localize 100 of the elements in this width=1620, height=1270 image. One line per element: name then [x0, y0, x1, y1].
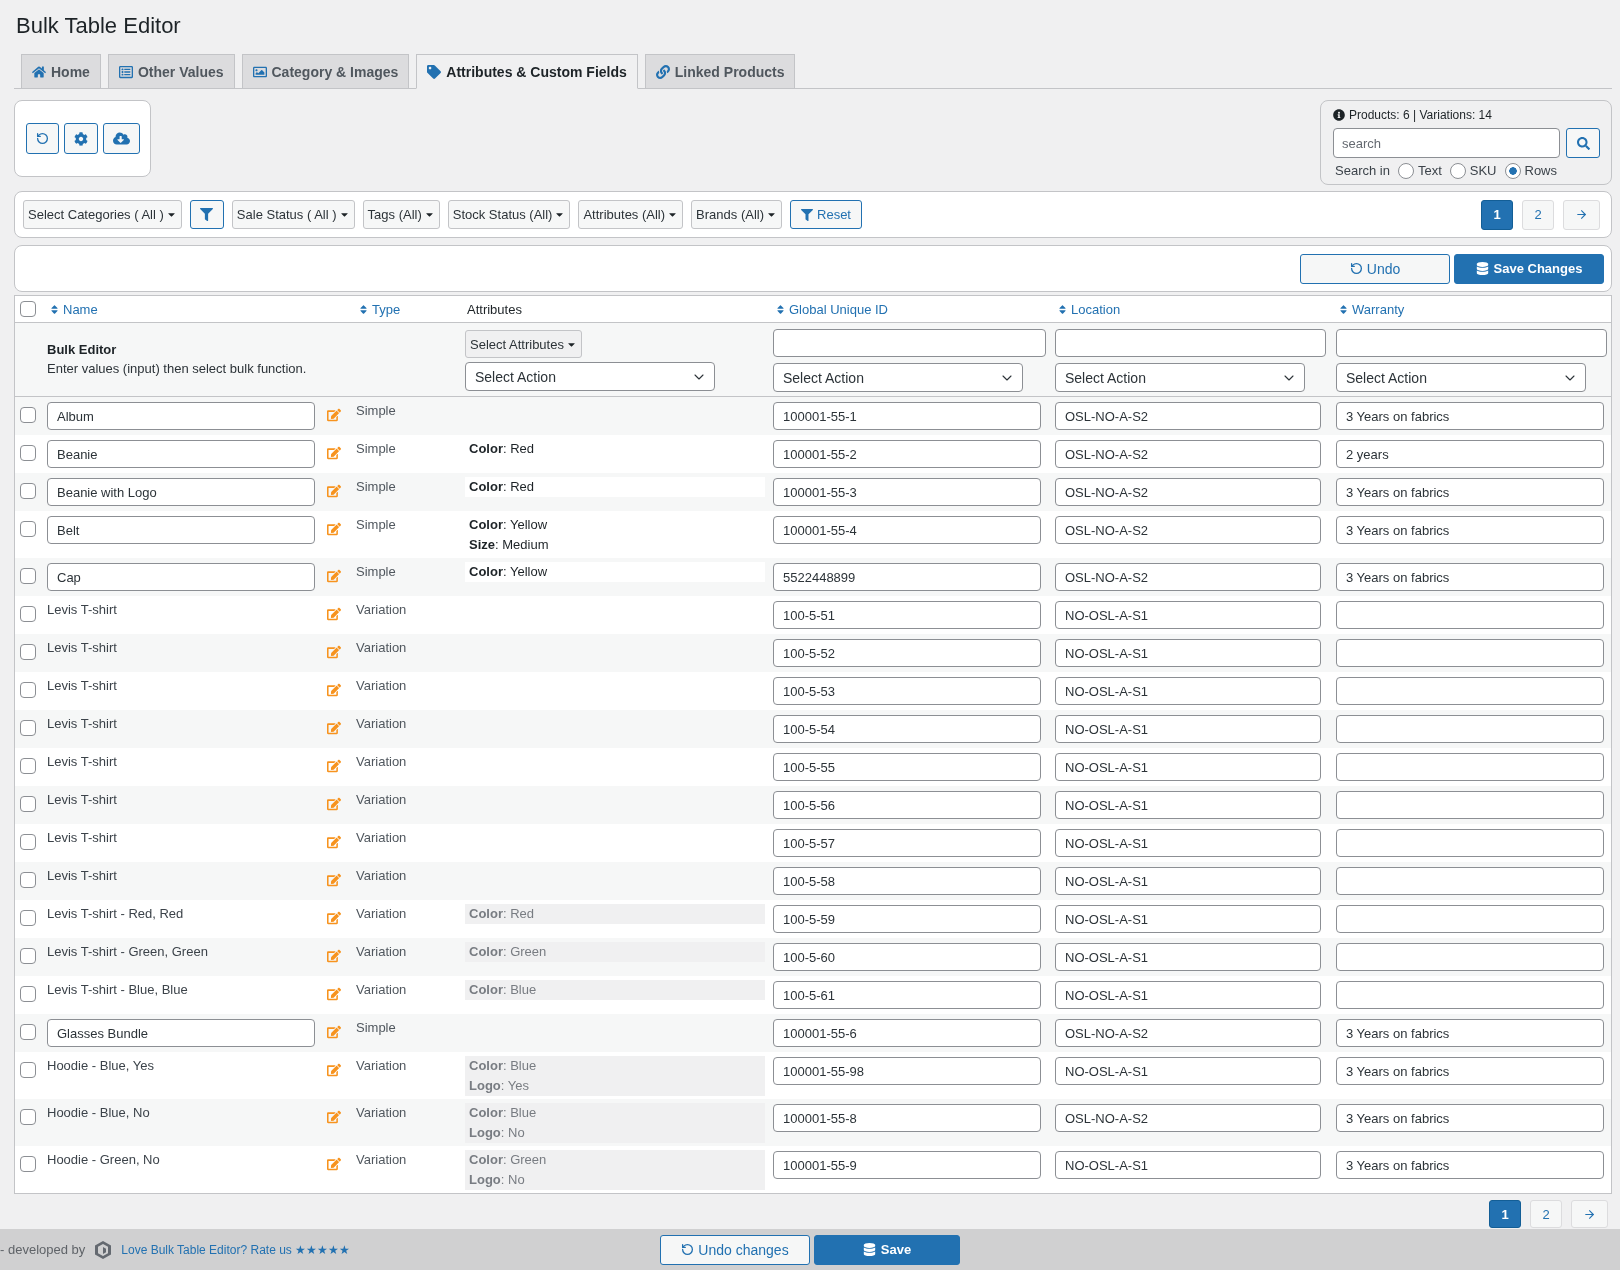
filter-dropdown[interactable]: Brands (All) [691, 200, 782, 229]
location-field[interactable]: NO-OSL-A-S1 [1055, 943, 1321, 971]
checkbox[interactable] [20, 644, 36, 660]
edit-icon[interactable] [327, 797, 341, 811]
checkbox[interactable] [20, 1109, 36, 1125]
checkbox[interactable] [20, 483, 36, 499]
edit-icon[interactable] [327, 911, 341, 925]
location-field[interactable]: NO-OSL-A-S1 [1055, 677, 1321, 705]
global-id-field[interactable]: 100001-55-8 [773, 1104, 1041, 1132]
warranty-field[interactable]: 2 years [1336, 440, 1604, 468]
global-id-field[interactable]: 100-5-61 [773, 981, 1041, 1009]
warranty-field[interactable] [1336, 677, 1604, 705]
warranty-field[interactable]: 3 Years on fabrics [1336, 478, 1604, 506]
radio-button[interactable] [1397, 163, 1414, 179]
edit-icon[interactable] [327, 873, 341, 887]
checkbox[interactable] [20, 445, 36, 461]
tab[interactable]: Category & Images [241, 54, 410, 89]
checkbox[interactable] [20, 521, 36, 537]
global-id-field[interactable]: 100001-55-6 [773, 1019, 1041, 1047]
bulk-value-field[interactable] [1055, 329, 1326, 357]
name-field[interactable]: Cap [47, 563, 315, 591]
global-id-field[interactable]: 100-5-55 [773, 753, 1041, 781]
checkbox[interactable] [20, 568, 36, 584]
edit-icon[interactable] [327, 1157, 341, 1171]
tab[interactable]: Linked Products [644, 54, 796, 89]
global-id-field[interactable]: 100001-55-98 [773, 1057, 1041, 1085]
global-id-field[interactable]: 100-5-60 [773, 943, 1041, 971]
radio-button[interactable] [1449, 163, 1466, 179]
warranty-field[interactable] [1336, 639, 1604, 667]
sort-column-header[interactable]: Global Unique ID [773, 301, 888, 317]
location-field[interactable]: NO-OSL-A-S1 [1055, 981, 1321, 1009]
edit-icon[interactable] [327, 987, 341, 1001]
warranty-field[interactable]: 3 Years on fabrics [1336, 1151, 1604, 1179]
checkbox[interactable] [20, 606, 36, 622]
location-field[interactable]: NO-OSL-A-S1 [1055, 601, 1321, 629]
next-page-button[interactable] [1571, 1200, 1608, 1228]
settings-button[interactable] [64, 123, 98, 154]
location-field[interactable]: NO-OSL-A-S1 [1055, 753, 1321, 781]
warranty-field[interactable]: 3 Years on fabrics [1336, 1057, 1604, 1085]
global-id-field[interactable]: 100001-55-2 [773, 440, 1041, 468]
edit-icon[interactable] [327, 484, 341, 498]
global-id-field[interactable]: 100-5-57 [773, 829, 1041, 857]
search-field[interactable]: search [1333, 128, 1560, 158]
name-field[interactable]: Beanie with Logo [47, 478, 315, 506]
select-action-dropdown[interactable]: Select Action [465, 362, 715, 391]
global-id-field[interactable]: 100-5-59 [773, 905, 1041, 933]
checkbox[interactable] [20, 834, 36, 850]
checkbox[interactable] [20, 407, 36, 423]
download-button[interactable] [103, 123, 140, 154]
checkbox[interactable] [20, 872, 36, 888]
edit-icon[interactable] [327, 645, 341, 659]
checkbox[interactable] [20, 1062, 36, 1078]
undo-changes-button[interactable]: Undo changes [660, 1234, 810, 1265]
edit-icon[interactable] [327, 446, 341, 460]
warranty-field[interactable] [1336, 867, 1604, 895]
bulk-value-field[interactable] [773, 329, 1046, 357]
sort-column-header[interactable]: Name [47, 301, 98, 317]
radio-label[interactable]: SKU [1469, 162, 1497, 180]
select-action-dropdown[interactable]: Select Action [1336, 363, 1586, 392]
checkbox[interactable] [20, 720, 36, 736]
warranty-field[interactable]: 3 Years on fabrics [1336, 563, 1604, 591]
checkbox[interactable] [20, 1024, 36, 1040]
global-id-field[interactable]: 100-5-56 [773, 791, 1041, 819]
select-attributes-dropdown[interactable]: Select Attributes [465, 330, 582, 358]
edit-icon[interactable] [327, 683, 341, 697]
warranty-field[interactable]: 3 Years on fabrics [1336, 402, 1604, 430]
warranty-field[interactable] [1336, 715, 1604, 743]
filter-dropdown[interactable]: Attributes (All) [578, 200, 684, 229]
save-changes-button[interactable]: Save Changes [1454, 253, 1604, 284]
location-field[interactable]: NO-OSL-A-S1 [1055, 867, 1321, 895]
global-id-field[interactable]: 100-5-54 [773, 715, 1041, 743]
global-id-field[interactable]: 100001-55-4 [773, 516, 1041, 544]
location-field[interactable]: OSL-NO-A-S2 [1055, 516, 1321, 544]
location-field[interactable]: NO-OSL-A-S1 [1055, 905, 1321, 933]
location-field[interactable]: NO-OSL-A-S1 [1055, 1151, 1321, 1179]
filter-dropdown[interactable]: Tags (All) [362, 200, 440, 229]
radio-label[interactable]: Text [1417, 162, 1442, 180]
edit-icon[interactable] [327, 1110, 341, 1124]
global-id-field[interactable]: 100001-55-1 [773, 402, 1041, 430]
filter-dropdown[interactable]: Select Categories ( All ) [23, 200, 182, 229]
edit-icon[interactable] [327, 1025, 341, 1039]
name-field[interactable]: Glasses Bundle [47, 1019, 315, 1047]
page-button[interactable]: 1 [1481, 199, 1513, 230]
edit-icon[interactable] [327, 759, 341, 773]
edit-icon[interactable] [327, 835, 341, 849]
tab[interactable]: Other Values [107, 54, 235, 89]
global-id-field[interactable]: 100-5-53 [773, 677, 1041, 705]
location-field[interactable]: OSL-NO-A-S2 [1055, 402, 1321, 430]
name-field[interactable]: Album [47, 402, 315, 430]
global-id-field[interactable]: 100-5-58 [773, 867, 1041, 895]
select-action-dropdown[interactable]: Select Action [773, 363, 1023, 392]
checkbox[interactable] [20, 301, 36, 317]
save-button[interactable]: Save [814, 1234, 960, 1265]
radio-label[interactable]: Rows [1524, 162, 1557, 180]
checkbox[interactable] [20, 1156, 36, 1172]
sort-column-header[interactable]: Location [1055, 301, 1121, 317]
reset-button[interactable] [26, 123, 59, 154]
warranty-field[interactable]: 3 Years on fabrics [1336, 1019, 1604, 1047]
radio-button[interactable] [1504, 163, 1521, 179]
checkbox[interactable] [20, 948, 36, 964]
